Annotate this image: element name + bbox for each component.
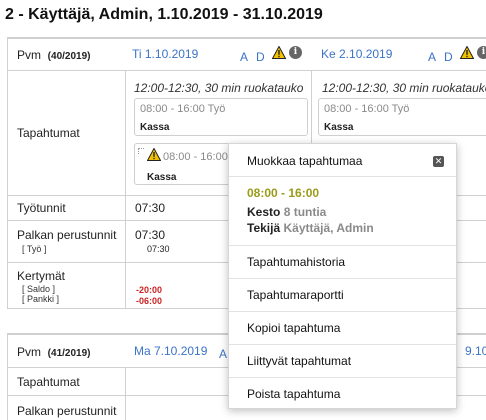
add-absence-link[interactable]: A bbox=[428, 50, 436, 64]
day-header-ti[interactable]: Ti 1.10.2019 bbox=[132, 47, 198, 61]
menu-item-kopioi[interactable]: Kopioi tapahtuma bbox=[247, 321, 340, 335]
add-absence-link[interactable]: A bbox=[240, 50, 248, 64]
menu-item-tapahtumaraportti[interactable]: Tapahtumaraportti bbox=[247, 288, 344, 302]
add-absence-link[interactable]: A bbox=[219, 347, 227, 361]
event-time: 08:00 - 16:00 Työ bbox=[324, 103, 410, 115]
info-icon[interactable]: i bbox=[289, 46, 302, 59]
warning-icon[interactable] bbox=[460, 46, 474, 59]
info-icon[interactable]: i bbox=[477, 46, 486, 59]
palkan-value: 07:30 bbox=[135, 228, 166, 242]
tyotunnit-label: Työtunnit bbox=[17, 201, 66, 215]
saldo-value: -20:00 bbox=[136, 285, 163, 295]
divider bbox=[229, 245, 456, 246]
menu-item-poista[interactable]: Poista tapahtuma bbox=[247, 387, 340, 401]
saldo-label: [ Saldo ] bbox=[22, 284, 56, 294]
pvm-label: Pvm (41/2019) bbox=[17, 345, 91, 359]
event-time: 08:00 - 16:00 bbox=[163, 151, 228, 163]
page-title: 2 - Käyttäjä, Admin, 1.10.2019 - 31.10.2… bbox=[5, 6, 323, 23]
palkan-label: Palkan perustunnit bbox=[17, 404, 117, 418]
tyotunnit-value: 07:30 bbox=[135, 201, 166, 215]
break-text: 12:00-12:30, 30 min ruokatauko bbox=[134, 81, 304, 95]
week-header-row: Pvm (40/2019) Ti 1.10.2019 A D i Ke 2.10… bbox=[8, 38, 486, 70]
day-header-partial[interactable]: 9.10 bbox=[465, 344, 486, 358]
kertymat-label: Kertymät bbox=[17, 269, 66, 283]
day-header-ke[interactable]: Ke 2.10.2019 bbox=[321, 47, 392, 61]
divider bbox=[229, 278, 456, 279]
tapahtumat-label: Tapahtumat bbox=[17, 375, 80, 389]
add-duty-link[interactable]: D bbox=[256, 50, 265, 64]
pvm-label: Pvm (40/2019) bbox=[17, 48, 91, 62]
palkan-label: Palkan perustunnit bbox=[17, 228, 117, 242]
pankki-label: [ Pankki ] bbox=[22, 294, 60, 304]
warning-icon bbox=[147, 148, 161, 161]
drag-handle[interactable] bbox=[138, 148, 144, 154]
pankki-value: -06:00 bbox=[136, 296, 163, 306]
menu-item-tapahtumahistoria[interactable]: Tapahtumahistoria bbox=[247, 255, 345, 269]
break-text: 12:00-12:30, 30 min ruokatauko bbox=[322, 81, 486, 95]
event-card[interactable]: 08:00 - 16:00 Työ Kassa bbox=[318, 98, 486, 136]
close-icon[interactable]: ✕ bbox=[433, 156, 444, 167]
event-card[interactable]: 08:00 - 16:00 Työ Kassa bbox=[134, 98, 308, 136]
popup-title: Muokkaa tapahtumaa bbox=[247, 154, 363, 168]
event-name: Kassa bbox=[147, 172, 177, 183]
event-name: Kassa bbox=[324, 122, 354, 133]
popup-event-time: 08:00 - 16:00 bbox=[247, 186, 320, 200]
edit-event-popup: Muokkaa tapahtumaa ✕ 08:00 - 16:00 Kesto… bbox=[228, 143, 457, 409]
divider bbox=[229, 311, 456, 312]
divider bbox=[229, 377, 456, 378]
tapahtumat-label: Tapahtumat bbox=[17, 126, 80, 140]
menu-item-liittyvat[interactable]: Liittyvät tapahtumat bbox=[247, 354, 351, 368]
popup-tekija: Tekijä Käyttäjä, Admin bbox=[247, 221, 374, 235]
palkan-tyo-value: 07:30 bbox=[147, 244, 170, 254]
palkan-tyo-label: [ Työ ] bbox=[22, 244, 47, 254]
add-duty-link[interactable]: D bbox=[444, 50, 453, 64]
divider bbox=[229, 344, 456, 345]
warning-icon[interactable] bbox=[272, 46, 286, 59]
divider bbox=[229, 176, 456, 177]
event-name: Kassa bbox=[140, 122, 170, 133]
event-time: 08:00 - 16:00 Työ bbox=[140, 103, 226, 115]
day-header-ma[interactable]: Ma 7.10.2019 bbox=[134, 344, 207, 358]
popup-kesto: Kesto 8 tuntia bbox=[247, 205, 327, 219]
